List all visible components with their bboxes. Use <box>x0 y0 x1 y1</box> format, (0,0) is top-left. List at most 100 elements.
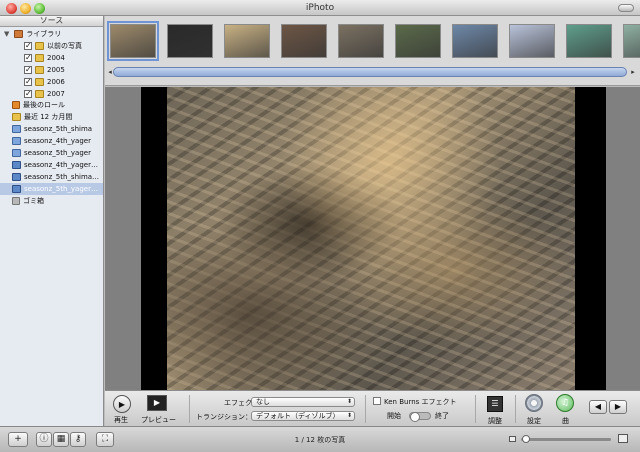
sidebar-item-album[interactable]: seasonz_5th_shima <box>12 123 102 135</box>
start-end-toggle[interactable] <box>409 412 431 422</box>
sidebar-item-label: 以前の写真 <box>47 42 82 50</box>
sidebar-item-label: 最近 12 カ月間 <box>24 113 73 121</box>
include-checkbox[interactable] <box>24 76 32 88</box>
sidebar-item-trash[interactable]: ゴミ箱 <box>12 195 102 207</box>
slide-frame <box>141 87 606 390</box>
sidebar-item-slideshow[interactable]: seasonz_5th_shima… <box>12 171 102 183</box>
album-icon <box>12 137 21 145</box>
ken-burns-checkbox[interactable] <box>373 397 381 405</box>
sidebar-item-label: 2007 <box>47 90 65 98</box>
folder-icon <box>35 42 44 50</box>
end-label: 終了 <box>435 412 449 420</box>
include-checkbox[interactable] <box>24 88 32 100</box>
sidebar-item-label: seasonz_4th_yager… <box>24 161 98 169</box>
filmstrip-thumbnail[interactable] <box>509 24 555 58</box>
effect-select[interactable]: なし ⬍ <box>251 397 355 407</box>
play-button[interactable]: ▶ <box>113 395 131 413</box>
ken-burns-label: Ken Burns エフェクト <box>384 398 457 406</box>
filmstrip-thumbnail[interactable] <box>395 24 441 58</box>
transition-select[interactable]: デフォルト（ディゾルブ） ⬍ <box>251 411 355 421</box>
filmstrip-scrollbar[interactable] <box>113 67 627 77</box>
start-label: 開始 <box>387 412 401 420</box>
sidebar-item-last-roll[interactable]: 最後のロール <box>12 99 102 111</box>
music-note-icon[interactable]: ♫ <box>556 394 574 412</box>
include-checkbox[interactable] <box>24 52 32 64</box>
arrow-right-icon: ▶ <box>614 402 622 411</box>
sidebar-item-recent-12-months[interactable]: 最近 12 カ月間 <box>12 111 102 123</box>
size-slider-knob[interactable] <box>522 435 530 443</box>
include-checkbox[interactable] <box>24 64 32 76</box>
filmstrip-thumbnail[interactable] <box>224 24 270 58</box>
sidebar-item-label: 2004 <box>47 54 65 62</box>
play-icon: ▶ <box>118 400 126 409</box>
sidebar-item-label: ライブラリ <box>26 30 62 38</box>
sidebar-item-folder[interactable]: 以前の写真 <box>24 40 102 52</box>
slideshow-icon <box>12 173 21 181</box>
filmstrip-thumbnail[interactable] <box>566 24 612 58</box>
library-icon <box>14 30 24 38</box>
scroll-right-arrow-icon[interactable]: ▸ <box>628 67 638 77</box>
current-slide-photo[interactable] <box>167 87 575 390</box>
filmstrip-thumbnail[interactable] <box>107 21 159 61</box>
source-list-header: ソース <box>0 16 103 27</box>
previous-slide-button[interactable]: ◀ <box>589 400 607 414</box>
filmstrip-thumbnail[interactable] <box>281 24 327 58</box>
sidebar-item-label: seasonz_5th_yager… <box>24 185 98 193</box>
source-list: ソース ▼ ライブラリ 以前の写真 2004 2005 2006 2007 最後… <box>0 16 104 426</box>
sidebar-item-label: 2006 <box>47 78 65 86</box>
folder-icon <box>12 113 21 121</box>
toolbar-divider <box>365 395 366 423</box>
sidebar-item-label: ゴミ箱 <box>23 197 44 205</box>
small-size-icon <box>509 436 516 442</box>
roll-icon <box>12 101 20 109</box>
select-caret-icon: ⬍ <box>346 398 352 405</box>
sidebar-item-label: 2005 <box>47 66 65 74</box>
preview-button[interactable]: ▶ <box>147 395 167 411</box>
sidebar-item-label: 最後のロール <box>23 101 65 109</box>
play-label: 再生 <box>114 416 128 424</box>
scroll-left-arrow-icon[interactable]: ◂ <box>105 67 115 77</box>
adjust-label: 調整 <box>488 417 502 425</box>
toolbar-divider <box>475 395 476 423</box>
sidebar-item-slideshow[interactable]: seasonz_4th_yager… <box>12 159 102 171</box>
sidebar-item-folder[interactable]: 2004 <box>24 52 102 64</box>
sidebar-item-label: seasonz_4th_yager <box>24 137 91 145</box>
arrow-left-icon: ◀ <box>594 402 602 411</box>
sidebar-item-album[interactable]: seasonz_5th_yager <box>12 147 102 159</box>
transition-label: トランジション： <box>196 413 252 421</box>
sidebar-item-label: seasonz_5th_yager <box>24 149 91 157</box>
sidebar-item-album[interactable]: seasonz_4th_yager <box>12 135 102 147</box>
include-checkbox[interactable] <box>24 40 32 52</box>
toolbar-toggle-button[interactable] <box>618 4 634 12</box>
filmstrip-thumbnail[interactable] <box>452 24 498 58</box>
filmstrip-thumbnail[interactable] <box>338 24 384 58</box>
filmstrip-thumbnail[interactable] <box>623 24 640 58</box>
sidebar-item-folder[interactable]: 2006 <box>24 76 102 88</box>
folder-icon <box>35 90 44 98</box>
music-label: 曲 <box>562 417 569 425</box>
album-icon <box>12 125 21 133</box>
size-slider[interactable] <box>521 438 611 441</box>
sidebar-item-slideshow-selected[interactable]: seasonz_5th_yager… <box>0 183 103 195</box>
folder-icon <box>35 66 44 74</box>
sidebar-item-folder[interactable]: 2005 <box>24 64 102 76</box>
folder-icon <box>35 54 44 62</box>
trash-icon <box>12 197 20 205</box>
filmstrip-thumbnail[interactable] <box>167 24 213 58</box>
adjust-button[interactable]: ☰ <box>487 396 503 412</box>
slideshow-icon <box>12 161 21 169</box>
window-title: iPhoto <box>305 3 335 13</box>
disclosure-triangle-icon[interactable]: ▼ <box>4 28 9 40</box>
large-size-icon <box>618 434 628 443</box>
slideshow-icon <box>12 185 21 193</box>
album-icon <box>12 149 21 157</box>
filmstrip: ◂ ▸ <box>105 16 640 86</box>
settings-label: 設定 <box>527 417 541 425</box>
sidebar-item-label: seasonz_5th_shima… <box>24 173 100 181</box>
sidebar-item-library[interactable]: ▼ ライブラリ <box>4 28 102 40</box>
settings-gear-icon[interactable] <box>525 394 543 412</box>
slide-viewer <box>105 87 640 390</box>
next-slide-button[interactable]: ▶ <box>609 400 627 414</box>
folder-icon <box>35 78 44 86</box>
select-caret-icon: ⬍ <box>346 412 352 419</box>
